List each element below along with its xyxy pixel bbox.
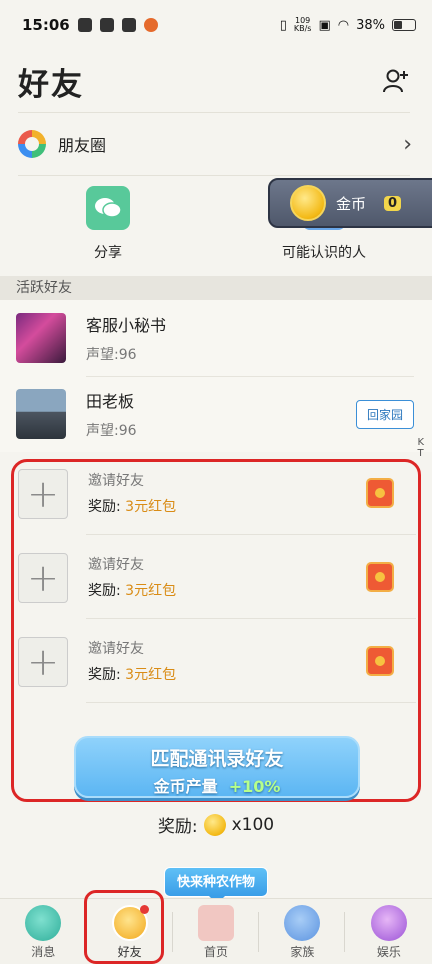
invite-row[interactable]: + 邀请好友 奖励: 3元红包 xyxy=(14,466,416,550)
coin-value: 0 xyxy=(384,195,402,211)
divider xyxy=(344,912,345,952)
page-header: 好友 xyxy=(0,50,432,112)
status-time: 15:06 xyxy=(22,16,70,34)
tab-entertainment[interactable]: 娱乐 xyxy=(346,899,432,964)
tab-label: 首页 xyxy=(204,945,229,959)
active-tab-highlight xyxy=(84,890,164,964)
net-speed: 109 KB/s xyxy=(294,17,312,33)
share-label: 分享 xyxy=(94,245,122,261)
tab-family[interactable]: 家族 xyxy=(259,899,345,964)
red-packet-icon[interactable] xyxy=(366,478,394,508)
red-packet-icon[interactable] xyxy=(366,646,394,676)
section-active-friends: 活跃好友 xyxy=(0,276,432,300)
tab-label: 家族 xyxy=(290,945,315,959)
invite-reward: 奖励: 3元红包 xyxy=(88,664,176,684)
bottom-tab-bar: 消息 好友 首页 家族 娱乐 xyxy=(0,898,432,964)
reward-value: 3元红包 xyxy=(125,499,177,515)
status-bar: 15:06 ▯ 109 KB/s ▣ ◠ 38% xyxy=(0,0,432,50)
tab-messages[interactable]: 消息 xyxy=(0,899,86,964)
reward-value: 3元红包 xyxy=(125,583,177,599)
weibo-icon xyxy=(143,18,158,32)
moments-label: 朋友圈 xyxy=(58,136,107,155)
coin-icon xyxy=(290,185,326,221)
divider xyxy=(258,912,259,952)
friend-reputation: 声望:96 xyxy=(86,347,137,363)
reward-label: 奖励: xyxy=(88,667,126,683)
farm-tip-bubble[interactable]: 快来种农作物 xyxy=(164,867,268,904)
moments-icon xyxy=(18,130,46,158)
match-bonus: +10% xyxy=(228,777,281,796)
match-subtitle-prefix: 金币产量 xyxy=(153,777,218,796)
reward-label: 奖励: xyxy=(88,499,126,515)
moments-row[interactable]: 朋友圈 › xyxy=(0,113,432,175)
plus-icon[interactable]: + xyxy=(18,469,68,519)
invite-row[interactable]: + 邀请好友 奖励: 3元红包 xyxy=(14,550,416,634)
people-label: 可能认识的人 xyxy=(282,245,366,261)
home-icon xyxy=(198,905,235,941)
battery-percent: 38% xyxy=(356,17,385,33)
invite-row[interactable]: + 邀请好友 奖励: 3元红包 xyxy=(14,634,416,718)
page-title: 好友 xyxy=(18,66,84,103)
friend-name: 客服小秘书 xyxy=(86,316,167,335)
divider xyxy=(86,702,416,703)
friend-reputation: 声望:96 xyxy=(86,423,137,439)
add-friend-icon[interactable] xyxy=(382,67,410,95)
red-packet-icon[interactable] xyxy=(366,562,394,592)
match-contacts-button[interactable]: 匹配通讯录好友 金币产量 +10% xyxy=(74,736,360,798)
tab-home[interactable]: 首页 xyxy=(173,899,259,964)
reward-value: 3元红包 xyxy=(125,667,177,683)
wechat-icon xyxy=(86,186,130,230)
invite-title: 邀请好友 xyxy=(88,557,144,573)
side-mark: KT xyxy=(417,437,424,459)
app-icon xyxy=(99,18,114,32)
invite-section: + 邀请好友 奖励: 3元红包 + 邀请好友 奖励: 3元红包 + 邀请好友 奖… xyxy=(11,459,421,802)
divider xyxy=(86,534,416,535)
plus-icon[interactable]: + xyxy=(18,553,68,603)
reward-label: 奖励: xyxy=(88,583,126,599)
match-title: 匹配通讯录好友 xyxy=(150,748,284,770)
reward-label: 奖励: xyxy=(157,817,198,837)
tab-label: 娱乐 xyxy=(376,945,401,959)
invite-reward: 奖励: 3元红包 xyxy=(88,580,176,600)
coin-icon xyxy=(203,813,226,836)
battery-icon xyxy=(392,19,416,31)
planet-icon xyxy=(370,905,407,941)
divider xyxy=(86,618,416,619)
visit-home-button[interactable]: 回家园 xyxy=(355,399,414,429)
share-button[interactable]: 分享 xyxy=(0,176,216,272)
match-subtitle: 金币产量 +10% xyxy=(76,773,358,797)
invite-title: 邀请好友 xyxy=(88,641,144,657)
invite-title: 邀请好友 xyxy=(88,473,144,489)
avatar xyxy=(16,313,66,363)
chevron-right-icon: › xyxy=(403,131,412,157)
avatar xyxy=(16,389,66,439)
sim-icon: ▣ xyxy=(318,17,331,33)
coin-balance[interactable]: 金币 0 xyxy=(268,178,432,228)
tiktok-icon xyxy=(121,18,136,32)
family-icon xyxy=(284,905,321,941)
coin-label: 金币 xyxy=(336,194,367,213)
wifi-icon: ◠ xyxy=(337,17,350,33)
reward-amount: x100 xyxy=(231,814,275,835)
message-icon xyxy=(25,905,62,941)
tab-label: 消息 xyxy=(31,945,56,959)
net-speed-unit: KB/s xyxy=(293,24,312,33)
invite-reward: 奖励: 3元红包 xyxy=(88,496,176,516)
quick-actions: 分享 可能认识的人 金币 0 xyxy=(0,176,432,272)
vibrate-icon: ▯ xyxy=(279,17,287,33)
friend-name: 田老板 xyxy=(86,392,135,411)
friend-row[interactable]: 田老板 声望:96 回家园 xyxy=(0,376,432,452)
plus-icon[interactable]: + xyxy=(18,637,68,687)
match-reward: 奖励: x100 xyxy=(0,812,432,837)
friend-row[interactable]: 客服小秘书 声望:96 xyxy=(0,300,432,376)
divider xyxy=(172,912,173,952)
notification-icon xyxy=(77,18,92,32)
